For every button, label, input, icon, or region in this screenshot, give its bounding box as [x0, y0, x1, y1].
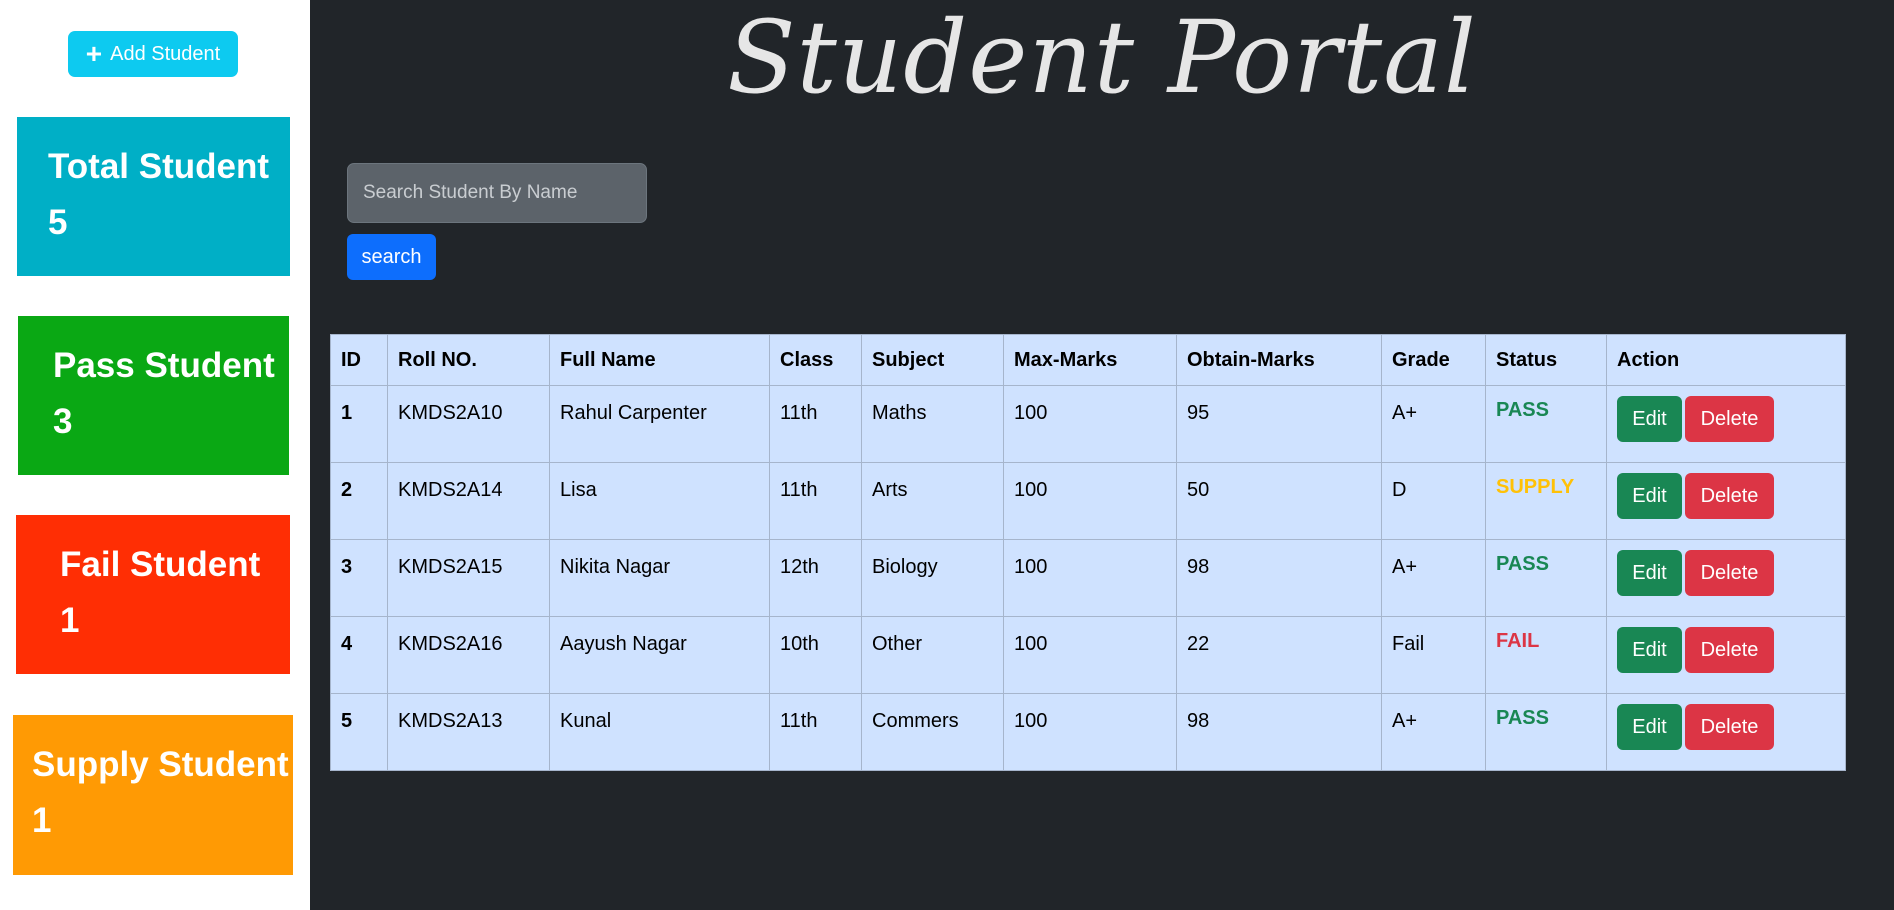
cell-status: SUPPLY — [1485, 462, 1607, 540]
cell-subject: Other — [861, 616, 1004, 694]
cell-roll-no: KMDS2A15 — [387, 539, 550, 617]
table-row: 1 KMDS2A10 Rahul Carpenter 11th Maths 100 95 A+… — [330, 385, 1846, 463]
page-title: Student Portal — [727, 0, 1477, 116]
cell-status: PASS — [1485, 539, 1607, 617]
cell-obtain-marks: 22 — [1176, 616, 1382, 694]
cell-roll-no: KMDS2A10 — [387, 385, 550, 463]
cell-id: 5 — [330, 693, 388, 771]
table-row: 4 KMDS2A16 Aayush Nagar 10th Other 100 22 Fail F… — [330, 616, 1846, 694]
cell-id: 4 — [330, 616, 388, 694]
cell-id: 2 — [330, 462, 388, 540]
add-student-label: Add Student — [110, 42, 221, 65]
header-obtain-marks: Obtain-Marks — [1176, 334, 1382, 386]
cell-obtain-marks: 98 — [1176, 693, 1382, 771]
cell-full-name: Kunal — [549, 693, 770, 771]
cell-full-name: Aayush Nagar — [549, 616, 770, 694]
table-body: 1 KMDS2A10 Rahul Carpenter 11th Maths 100 95 A+… — [330, 385, 1846, 771]
cell-grade: A+ — [1381, 693, 1486, 771]
cell-action: Edit Delete — [1606, 693, 1846, 771]
cell-subject: Biology — [861, 539, 1004, 617]
fail-student-card: Fail Student 1 — [16, 515, 290, 674]
delete-button[interactable]: Delete — [1685, 704, 1774, 750]
header-status: Status — [1485, 334, 1607, 386]
cell-max-marks: 100 — [1003, 693, 1177, 771]
cell-class: 10th — [769, 616, 862, 694]
edit-button[interactable]: Edit — [1617, 550, 1682, 596]
cell-roll-no: KMDS2A14 — [387, 462, 550, 540]
delete-button[interactable]: Delete — [1685, 550, 1774, 596]
supply-student-card: Supply Student 1 — [13, 715, 293, 875]
add-student-button[interactable]: + Add Student — [68, 31, 238, 77]
edit-button[interactable]: Edit — [1617, 396, 1682, 442]
cell-max-marks: 100 — [1003, 462, 1177, 540]
supply-student-label: Supply Student — [32, 745, 289, 784]
main-panel: Student Portal search ID Roll NO. Full N… — [310, 0, 1894, 910]
pass-student-label: Pass Student — [53, 346, 275, 385]
cell-max-marks: 100 — [1003, 616, 1177, 694]
delete-button[interactable]: Delete — [1685, 396, 1774, 442]
cell-action: Edit Delete — [1606, 616, 1846, 694]
cell-id: 1 — [330, 385, 388, 463]
cell-id: 3 — [330, 539, 388, 617]
cell-status: PASS — [1485, 693, 1607, 771]
delete-button[interactable]: Delete — [1685, 473, 1774, 519]
header-class: Class — [769, 334, 862, 386]
table-header-row: ID Roll NO. Full Name Class Subject Max-… — [330, 334, 1846, 386]
cell-class: 11th — [769, 693, 862, 771]
cell-obtain-marks: 95 — [1176, 385, 1382, 463]
header-full-name: Full Name — [549, 334, 770, 386]
cell-grade: A+ — [1381, 385, 1486, 463]
student-table-container: ID Roll NO. Full Name Class Subject Max-… — [330, 334, 1846, 771]
cell-roll-no: KMDS2A16 — [387, 616, 550, 694]
cell-grade: Fail — [1381, 616, 1486, 694]
total-student-card: Total Student 5 — [17, 117, 290, 276]
cell-full-name: Nikita Nagar — [549, 539, 770, 617]
total-student-label: Total Student — [48, 147, 269, 186]
edit-button[interactable]: Edit — [1617, 704, 1682, 750]
table-row: 5 KMDS2A13 Kunal 11th Commers 100 98 A+ PASS Edit… — [330, 693, 1846, 771]
header-max-marks: Max-Marks — [1003, 334, 1177, 386]
fail-student-count: 1 — [60, 601, 80, 640]
fail-student-label: Fail Student — [60, 545, 261, 584]
cell-subject: Commers — [861, 693, 1004, 771]
header-id: ID — [330, 334, 388, 386]
cell-max-marks: 100 — [1003, 539, 1177, 617]
search-input[interactable] — [347, 163, 647, 223]
delete-button[interactable]: Delete — [1685, 627, 1774, 673]
cell-class: 11th — [769, 462, 862, 540]
supply-student-count: 1 — [32, 801, 52, 840]
cell-status: FAIL — [1485, 616, 1607, 694]
plus-icon: + — [85, 38, 103, 69]
cell-full-name: Rahul Carpenter — [549, 385, 770, 463]
cell-obtain-marks: 98 — [1176, 539, 1382, 617]
pass-student-count: 3 — [53, 402, 73, 441]
cell-action: Edit Delete — [1606, 385, 1846, 463]
table-row: 2 KMDS2A14 Lisa 11th Arts 100 50 D SUPPLY Edit Del… — [330, 462, 1846, 540]
cell-class: 11th — [769, 385, 862, 463]
cell-action: Edit Delete — [1606, 462, 1846, 540]
pass-student-card: Pass Student 3 — [18, 316, 289, 475]
cell-full-name: Lisa — [549, 462, 770, 540]
header-subject: Subject — [861, 334, 1004, 386]
cell-status: PASS — [1485, 385, 1607, 463]
cell-action: Edit Delete — [1606, 539, 1846, 617]
cell-grade: A+ — [1381, 539, 1486, 617]
table-row: 3 KMDS2A15 Nikita Nagar 12th Biology 100 98 A+ P… — [330, 539, 1846, 617]
edit-button[interactable]: Edit — [1617, 627, 1682, 673]
search-button[interactable]: search — [347, 234, 436, 280]
cell-roll-no: KMDS2A13 — [387, 693, 550, 771]
edit-button[interactable]: Edit — [1617, 473, 1682, 519]
cell-subject: Arts — [861, 462, 1004, 540]
cell-max-marks: 100 — [1003, 385, 1177, 463]
cell-obtain-marks: 50 — [1176, 462, 1382, 540]
header-roll-no: Roll NO. — [387, 334, 550, 386]
cell-class: 12th — [769, 539, 862, 617]
cell-grade: D — [1381, 462, 1486, 540]
total-student-count: 5 — [48, 203, 68, 242]
cell-subject: Maths — [861, 385, 1004, 463]
header-grade: Grade — [1381, 334, 1486, 386]
header-action: Action — [1606, 334, 1846, 386]
sidebar: + Add Student Total Student 5 Pass Stude… — [0, 0, 310, 910]
student-table: ID Roll NO. Full Name Class Subject Max-… — [330, 334, 1846, 771]
